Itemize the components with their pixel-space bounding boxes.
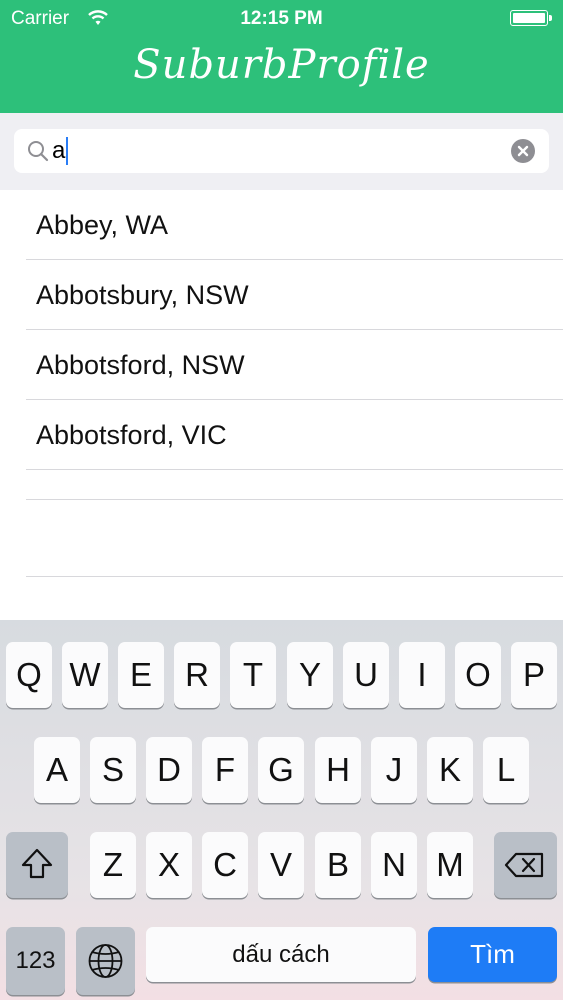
numbers-key[interactable]: 123 bbox=[6, 927, 65, 995]
space-key[interactable]: dấu cách bbox=[146, 927, 416, 982]
search-return-key[interactable]: Tìm bbox=[428, 927, 557, 982]
clear-search-button[interactable] bbox=[511, 139, 535, 163]
keyboard: Q W E R T Y U I O P A S D F G H J K L Z … bbox=[0, 620, 563, 1000]
key-s[interactable]: S bbox=[90, 737, 136, 803]
key-d[interactable]: D bbox=[146, 737, 192, 803]
key-c[interactable]: C bbox=[202, 832, 248, 898]
list-item-label: Abbotsford, VIC bbox=[36, 420, 227, 450]
key-a[interactable]: A bbox=[34, 737, 80, 803]
clear-icon bbox=[517, 145, 529, 157]
list-item[interactable]: Abbotsford, VIC bbox=[26, 400, 563, 470]
key-x[interactable]: X bbox=[146, 832, 192, 898]
key-b[interactable]: B bbox=[315, 832, 361, 898]
list-item-label: Abbotsbury, NSW bbox=[36, 280, 249, 310]
key-g[interactable]: G bbox=[258, 737, 304, 803]
key-w[interactable]: W bbox=[62, 642, 108, 708]
app-header: Carrier 12:15 PM SuburbProfile bbox=[0, 0, 563, 113]
delete-key[interactable] bbox=[494, 832, 557, 898]
key-q[interactable]: Q bbox=[6, 642, 52, 708]
results-list: Abbey, WA Abbotsbury, NSW Abbotsford, NS… bbox=[0, 190, 563, 620]
list-item[interactable]: Abbey, WA bbox=[26, 190, 563, 260]
list-item-label: Abbotsford, NSW bbox=[36, 350, 245, 380]
key-p[interactable]: P bbox=[511, 642, 557, 708]
key-m[interactable]: M bbox=[427, 832, 473, 898]
key-h[interactable]: H bbox=[315, 737, 361, 803]
list-separator bbox=[26, 499, 563, 500]
list-separator bbox=[26, 576, 563, 577]
shift-icon bbox=[21, 848, 53, 879]
text-caret bbox=[66, 137, 69, 165]
status-bar: Carrier 12:15 PM bbox=[0, 0, 563, 38]
app-title: SuburbProfile bbox=[133, 42, 430, 88]
globe-icon bbox=[88, 944, 123, 978]
search-icon bbox=[28, 141, 49, 162]
key-i[interactable]: I bbox=[399, 642, 445, 708]
list-item[interactable]: Abbotsford, NSW bbox=[26, 330, 563, 400]
key-n[interactable]: N bbox=[371, 832, 417, 898]
delete-icon bbox=[504, 852, 544, 878]
key-u[interactable]: U bbox=[343, 642, 389, 708]
status-time: 12:15 PM bbox=[240, 8, 323, 29]
key-t[interactable]: T bbox=[230, 642, 276, 708]
search-input[interactable]: a bbox=[14, 129, 549, 173]
key-f[interactable]: F bbox=[202, 737, 248, 803]
search-query-text: a bbox=[52, 137, 69, 165]
key-o[interactable]: O bbox=[455, 642, 501, 708]
key-y[interactable]: Y bbox=[287, 642, 333, 708]
key-v[interactable]: V bbox=[258, 832, 304, 898]
battery-icon bbox=[510, 10, 552, 26]
globe-key[interactable] bbox=[76, 927, 135, 995]
list-item-label: Abbey, WA bbox=[36, 210, 169, 240]
key-l[interactable]: L bbox=[483, 737, 529, 803]
key-k[interactable]: K bbox=[427, 737, 473, 803]
key-e[interactable]: E bbox=[118, 642, 164, 708]
key-z[interactable]: Z bbox=[90, 832, 136, 898]
key-r[interactable]: R bbox=[174, 642, 220, 708]
search-bar: a bbox=[0, 113, 563, 190]
key-j[interactable]: J bbox=[371, 737, 417, 803]
list-item[interactable]: Abbotsbury, NSW bbox=[26, 260, 563, 330]
shift-key[interactable] bbox=[6, 832, 68, 898]
